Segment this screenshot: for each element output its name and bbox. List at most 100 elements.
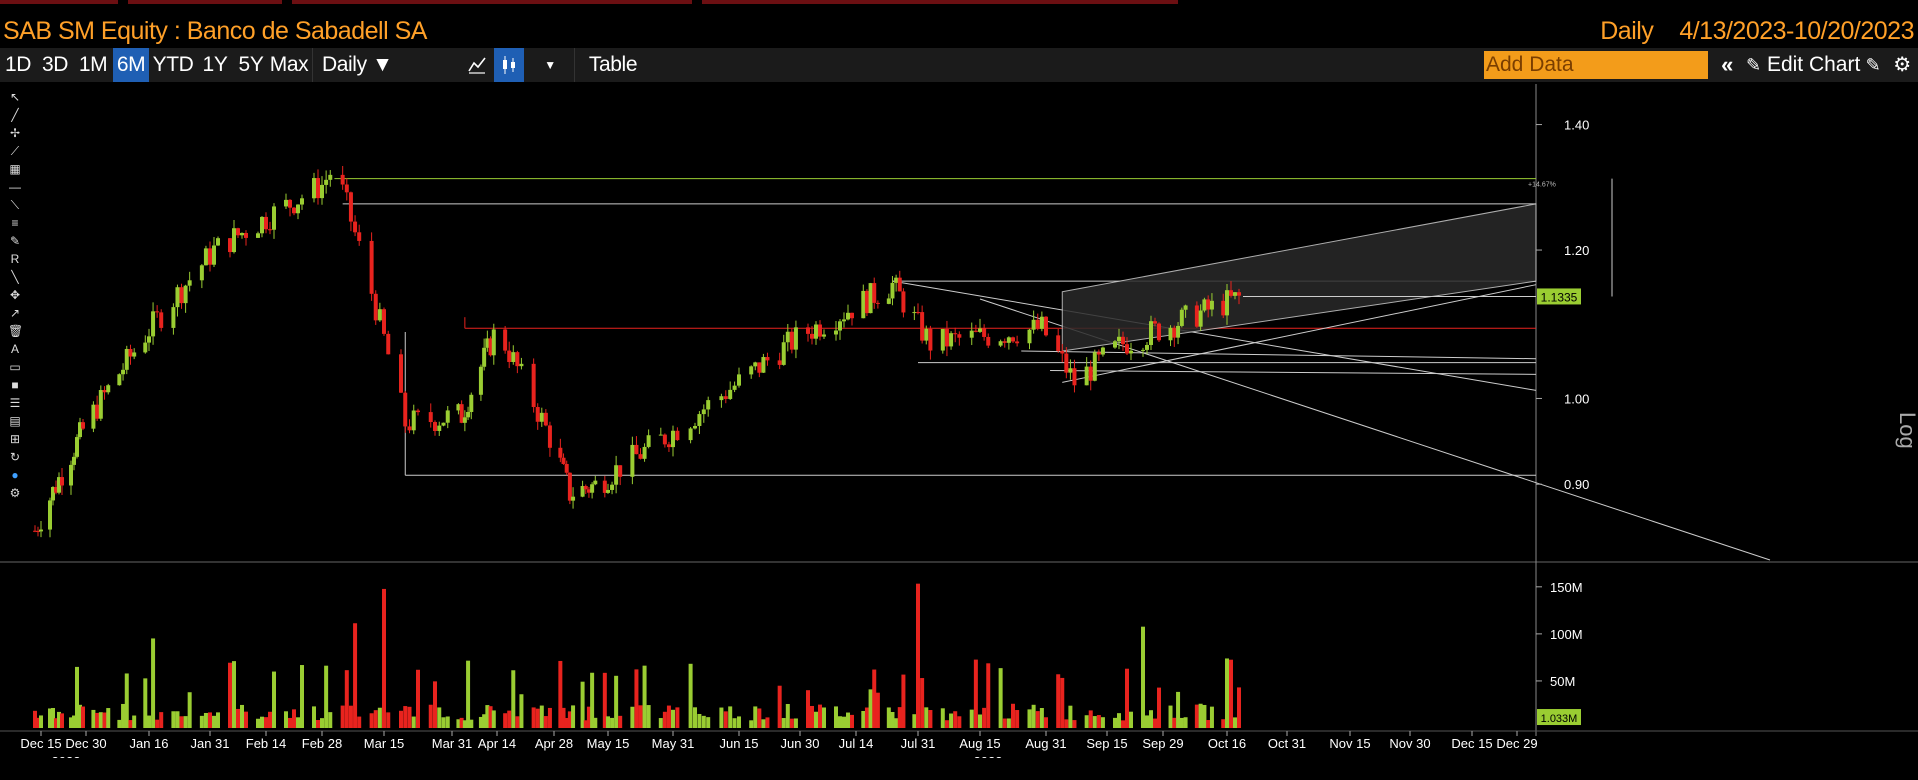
candle-body [814, 324, 818, 339]
volume-bar [288, 717, 292, 728]
candle-body [765, 357, 770, 361]
period-6m-button[interactable]: 6M [113, 48, 149, 82]
volume-bar [1121, 720, 1125, 728]
volume-bar [539, 705, 544, 728]
volume-bar [386, 712, 391, 728]
volume-bar [1221, 719, 1226, 728]
candle-body [95, 404, 100, 419]
candle-body [940, 328, 945, 351]
volume-bar [806, 690, 810, 728]
volume-bar [357, 716, 362, 728]
volume-bar [834, 706, 838, 728]
candle-body [60, 477, 64, 486]
candle-body [91, 404, 96, 429]
period-5y-button[interactable]: 5Y [233, 48, 269, 82]
candle-body [753, 362, 758, 367]
candle-body [789, 331, 794, 350]
volume-bar [842, 716, 846, 728]
candle-body [531, 363, 536, 408]
candle-body [72, 456, 76, 465]
candle-body [793, 327, 798, 350]
volume-bar [264, 717, 268, 728]
dropdown-icon[interactable]: ▼ [530, 48, 570, 82]
volume-bar [128, 720, 133, 728]
candle-body [785, 331, 790, 343]
candle-body [614, 465, 619, 485]
price-volume-chart[interactable]: +14.67% 1.40 1.20 1.00 0.90 Log 150M 100M 50M De… [0, 82, 1918, 758]
edit-chart-button[interactable]: ✎ Edit Chart [1746, 48, 1860, 82]
candle-body [973, 330, 978, 332]
volume-bar [1117, 713, 1121, 728]
volume-bar [838, 716, 842, 728]
volume-bar [151, 638, 156, 728]
period-1y-button[interactable]: 1Y [197, 48, 233, 82]
gear-icon[interactable]: ⚙ [1888, 48, 1916, 82]
date-tick-label: Aug 15 [959, 736, 1000, 751]
candle-body [757, 362, 762, 373]
period-1m-button[interactable]: 1M [74, 48, 112, 82]
candle-body [264, 216, 268, 230]
volume-bar [940, 708, 945, 728]
candle-body [701, 409, 706, 415]
date-tick-label: Jun 30 [780, 736, 819, 751]
period-3d-button[interactable]: 3D [36, 48, 74, 82]
volume-bar [814, 711, 818, 728]
collapse-icon[interactable]: « [1712, 48, 1742, 82]
title-bar: SAB SM Equity : Banco de Sabadell SA Dai… [0, 8, 1918, 45]
volume-bar [872, 669, 877, 728]
volume-bar [98, 712, 103, 728]
volume-bar [753, 706, 758, 728]
volume-bar [340, 705, 345, 728]
candle-body [737, 374, 741, 386]
volume-bar [646, 705, 651, 728]
candle-body [1088, 366, 1093, 381]
volume-bar [728, 706, 733, 728]
candle-body [1206, 299, 1211, 310]
candle-body [920, 312, 925, 341]
date-tick-label: Mar 31 [432, 736, 472, 751]
period-1d-button[interactable]: 1D [0, 48, 36, 82]
date-tick-label: Jan 31 [190, 736, 229, 751]
date-tick-label: Jul 31 [901, 736, 936, 751]
volume-bar [886, 707, 891, 728]
volume-bar [697, 713, 702, 728]
interval-dropdown[interactable]: Daily ▼ [312, 48, 448, 82]
volume-bar [875, 692, 880, 728]
edit-icon[interactable]: ✎ [1860, 48, 1886, 82]
volume-bar [208, 712, 212, 728]
date-tick-label: Sep 15 [1086, 736, 1127, 751]
candle-body [482, 347, 487, 367]
volume-bar [1100, 717, 1105, 728]
volume-bar [1149, 710, 1153, 728]
candle-body [1015, 341, 1020, 344]
volume-bar [328, 712, 333, 728]
candle-body [916, 312, 920, 314]
volume-bar [1096, 715, 1101, 728]
volume-bar [606, 716, 610, 728]
candle-body [564, 463, 569, 473]
candle-body [567, 472, 572, 501]
candle-body [838, 321, 842, 331]
volume-bar [175, 711, 180, 728]
volume-bar [901, 674, 906, 728]
volume-bar [1179, 717, 1184, 728]
volume-bar [428, 704, 433, 728]
period-ytd-button[interactable]: YTD [149, 48, 197, 82]
volume-bar [642, 665, 647, 728]
candlestick-icon[interactable] [494, 48, 524, 82]
candle-body [1209, 300, 1214, 310]
add-data-input[interactable]: Add Data [1484, 51, 1708, 79]
last-price-label: 1.1335 [1541, 290, 1578, 304]
table-button[interactable]: Table [574, 48, 651, 82]
candle-body [187, 280, 192, 286]
volume-bar [240, 704, 244, 728]
candle-body [822, 334, 826, 337]
period-max-button[interactable]: Max [269, 48, 309, 82]
volume-bar [1153, 718, 1157, 728]
volume-bar [437, 707, 442, 728]
volume-bar [1039, 707, 1044, 728]
date-tick-label: Nov 15 [1329, 736, 1370, 751]
line-chart-icon[interactable] [460, 48, 494, 82]
candle-body [507, 350, 512, 363]
volume-bar [296, 717, 300, 728]
